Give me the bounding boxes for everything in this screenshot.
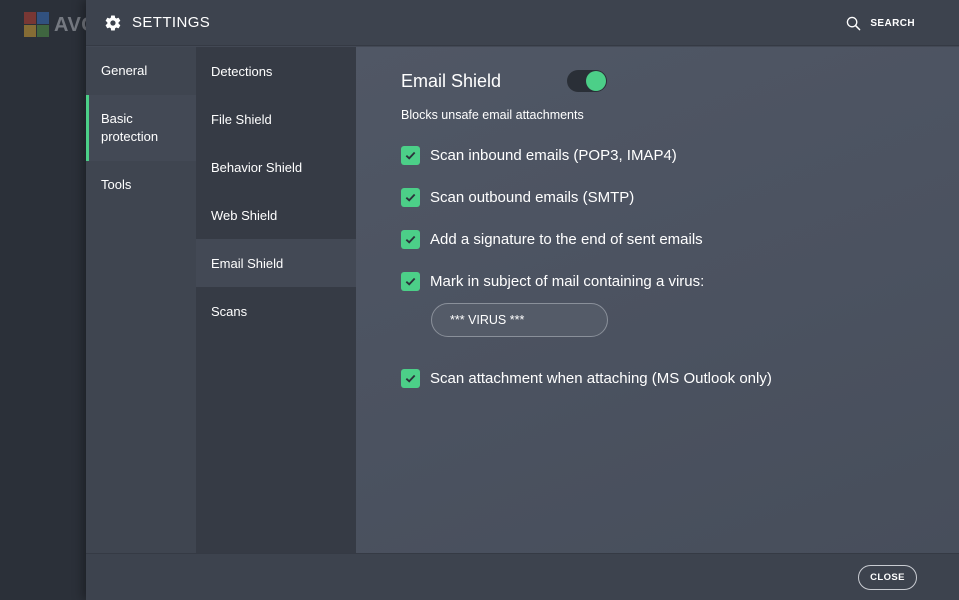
toggle-knob [586,71,606,91]
subcategory-scans[interactable]: Scans [196,287,356,335]
search-label: SEARCH [870,17,915,29]
option-label: Mark in subject of mail containing a vir… [430,272,705,290]
category-label: Tools [101,177,132,192]
subcategory-file-shield[interactable]: File Shield [196,95,356,143]
check-icon [405,374,416,383]
subcategory-behavior-shield[interactable]: Behavior Shield [196,143,356,191]
page-title: SETTINGS [132,14,211,31]
email-shield-panel: Email Shield Blocks unsafe email attachm… [356,47,959,553]
category-tools[interactable]: Tools [86,161,196,209]
option-mark-subject[interactable]: Mark in subject of mail containing a vir… [401,271,704,291]
avg-logo-icon [24,12,50,38]
search-icon [847,16,861,30]
option-scan-attachment[interactable]: Scan attachment when attaching (MS Outlo… [401,368,772,388]
gear-icon [105,15,121,31]
subcategory-label: Detections [211,63,273,79]
shield-description: Blocks unsafe email attachments [401,108,584,122]
subcategory-nav: Detections File Shield Behavior Shield W… [196,47,356,553]
option-label: Scan outbound emails (SMTP) [430,188,635,206]
subcategory-email-shield[interactable]: Email Shield [196,239,356,287]
checkbox-add-signature[interactable] [401,229,420,249]
option-label: Scan inbound emails (POP3, IMAP4) [430,146,677,164]
shield-title: Email Shield [401,71,502,91]
subcategory-web-shield[interactable]: Web Shield [196,191,356,239]
option-scan-outbound[interactable]: Scan outbound emails (SMTP) [401,187,634,207]
check-icon [405,277,416,286]
subcategory-detections[interactable]: Detections [196,47,356,95]
settings-footer: CLOSE [86,553,959,600]
checkbox-scan-attachment[interactable] [401,368,420,388]
subcategory-label: Web Shield [211,207,278,223]
subcategory-label: Scans [211,303,248,319]
subcategory-label: Behavior Shield [211,159,303,175]
check-icon [405,193,416,202]
option-label: Add a signature to the end of sent email… [430,230,703,248]
settings-header: SETTINGS SEARCH [86,0,959,46]
category-label: General [101,63,148,78]
checkbox-mark-subject[interactable] [401,271,420,291]
category-nav: General Basic protection Tools [86,47,196,553]
settings-dialog: SETTINGS SEARCH General Basic protection… [86,0,959,600]
virus-subject-input[interactable] [431,303,608,337]
check-icon [405,235,416,244]
email-shield-toggle[interactable] [567,70,607,92]
category-basic-protection[interactable]: Basic protection [86,95,196,161]
option-label: Scan attachment when attaching (MS Outlo… [430,369,772,387]
subcategory-label: Email Shield [211,255,284,271]
category-general[interactable]: General [86,47,196,95]
check-icon [405,151,416,160]
checkbox-scan-outbound[interactable] [401,187,420,207]
search-button[interactable]: SEARCH [846,13,915,33]
option-scan-inbound[interactable]: Scan inbound emails (POP3, IMAP4) [401,145,677,165]
checkbox-scan-inbound[interactable] [401,145,420,165]
subcategory-label: File Shield [211,111,272,127]
category-label: Basic protection [101,111,159,144]
close-button[interactable]: CLOSE [858,565,917,590]
option-add-signature[interactable]: Add a signature to the end of sent email… [401,229,703,249]
